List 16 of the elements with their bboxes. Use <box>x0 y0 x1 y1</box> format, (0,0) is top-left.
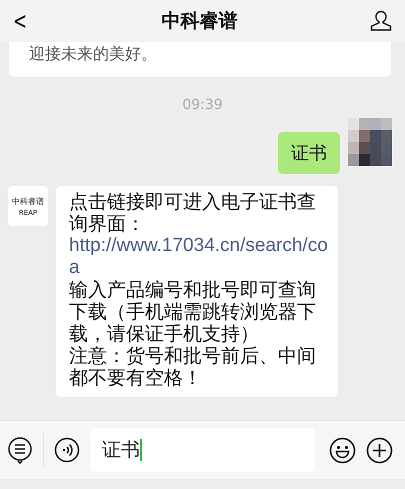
chat-title: 中科睿谱 <box>162 9 238 34</box>
back-button[interactable]: < <box>13 7 28 35</box>
menu-icon[interactable] <box>7 436 33 464</box>
timestamp: 09:39 <box>182 97 223 113</box>
voice-icon[interactable] <box>54 437 80 463</box>
message-input[interactable]: 证书 <box>90 428 315 472</box>
card-text: 迎接未来的美好。 <box>29 44 157 63</box>
link[interactable]: http://www.17034.cn/search/coa <box>69 235 331 279</box>
add-icon[interactable] <box>366 436 393 464</box>
profile-icon[interactable] <box>368 9 393 33</box>
sent-message: 证书 <box>278 132 340 174</box>
emoji-icon[interactable] <box>329 436 356 464</box>
message-text: 输入产品编号和批号即可查询下载（手机端需跳转浏览器下载，请保证手机支持） <box>69 279 317 345</box>
message-text: 点击链接即可进入电子证书查询界面： http://www.17034.cn/search/coa <box>69 191 331 279</box>
message-text: 注意：货号和批号前后、中间都不要有空格！ <box>69 345 317 389</box>
logo-text: 中科睿谱 <box>12 196 44 206</box>
